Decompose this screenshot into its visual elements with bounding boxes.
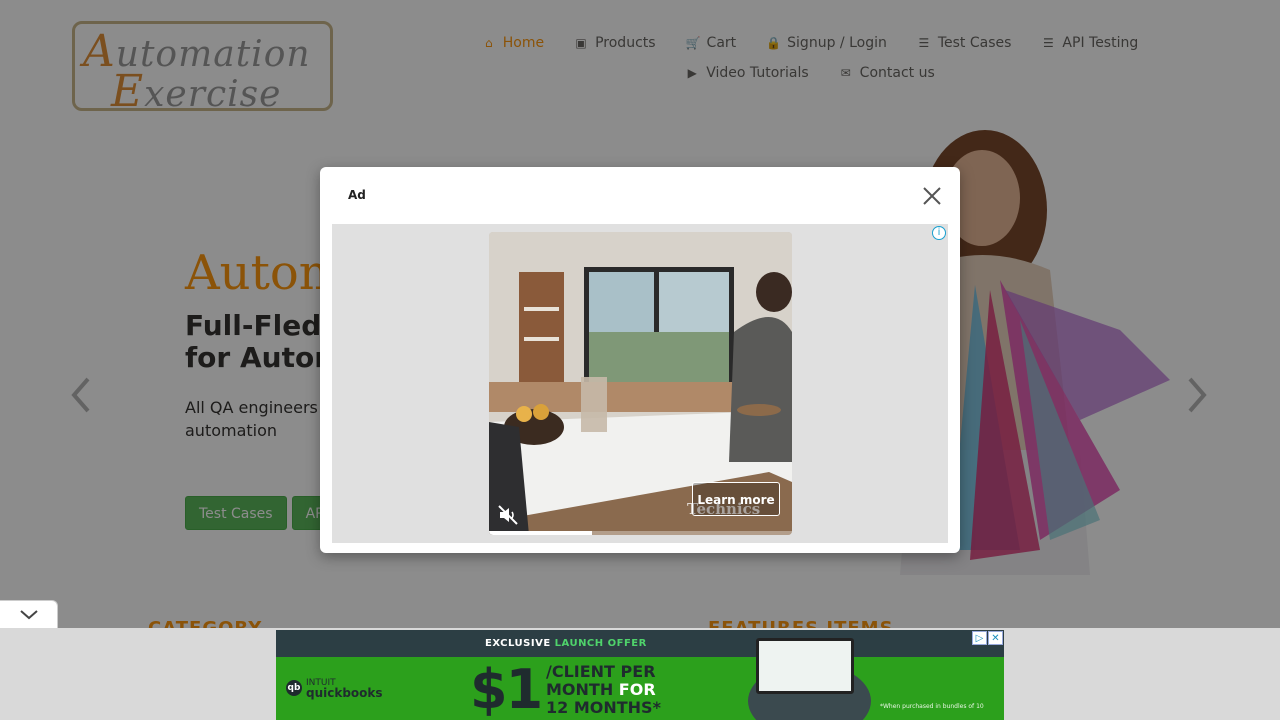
ad-video[interactable]: Technics Learn more bbox=[489, 232, 792, 535]
close-ad-button[interactable] bbox=[920, 184, 944, 208]
banner-headline-prefix: EXCLUSIVE bbox=[485, 638, 555, 649]
banner-price: $1 bbox=[470, 658, 543, 720]
video-progress-fill bbox=[489, 531, 593, 535]
banner-headline: EXCLUSIVE LAUNCH OFFER bbox=[276, 630, 1004, 657]
laptop-screen-image bbox=[756, 638, 854, 694]
banner-headline-highlight: LAUNCH OFFER bbox=[554, 638, 647, 649]
price-line-1: /CLIENT PER bbox=[546, 662, 656, 681]
close-banner-icon[interactable]: ✕ bbox=[988, 631, 1003, 645]
price-line-2b: FOR bbox=[618, 680, 656, 699]
muted-speaker-icon bbox=[498, 505, 518, 525]
adchoices-info-icon[interactable]: i bbox=[932, 226, 946, 240]
ad-modal: Ad i Technics Learn more bbox=[320, 167, 960, 553]
ad-label: Ad bbox=[348, 188, 366, 202]
ad-content[interactable]: i Technics Learn more bbox=[332, 224, 948, 543]
close-icon bbox=[923, 187, 941, 205]
bottom-banner-ad[interactable]: EXCLUSIVE LAUNCH OFFER qb INTUIT quickboo… bbox=[276, 630, 1004, 720]
price-line-3: 12 MONTHS* bbox=[546, 698, 661, 717]
banner-price-text: /CLIENT PER MONTH FOR 12 MONTHS* bbox=[546, 663, 661, 717]
video-progress-bar[interactable] bbox=[489, 531, 792, 535]
collapse-anchor-tab[interactable] bbox=[0, 600, 58, 628]
banner-fineprint: *When purchased in bundles of 10 bbox=[880, 703, 984, 710]
learn-more-button[interactable]: Learn more bbox=[692, 482, 780, 516]
chevron-down-icon bbox=[20, 610, 38, 620]
quickbooks-icon: qb bbox=[286, 680, 302, 696]
price-line-2a: MONTH bbox=[546, 680, 619, 699]
brand-big: quickbooks bbox=[306, 686, 383, 700]
mute-button[interactable] bbox=[497, 504, 519, 526]
adchoices-icon[interactable]: ▷ bbox=[972, 631, 987, 645]
